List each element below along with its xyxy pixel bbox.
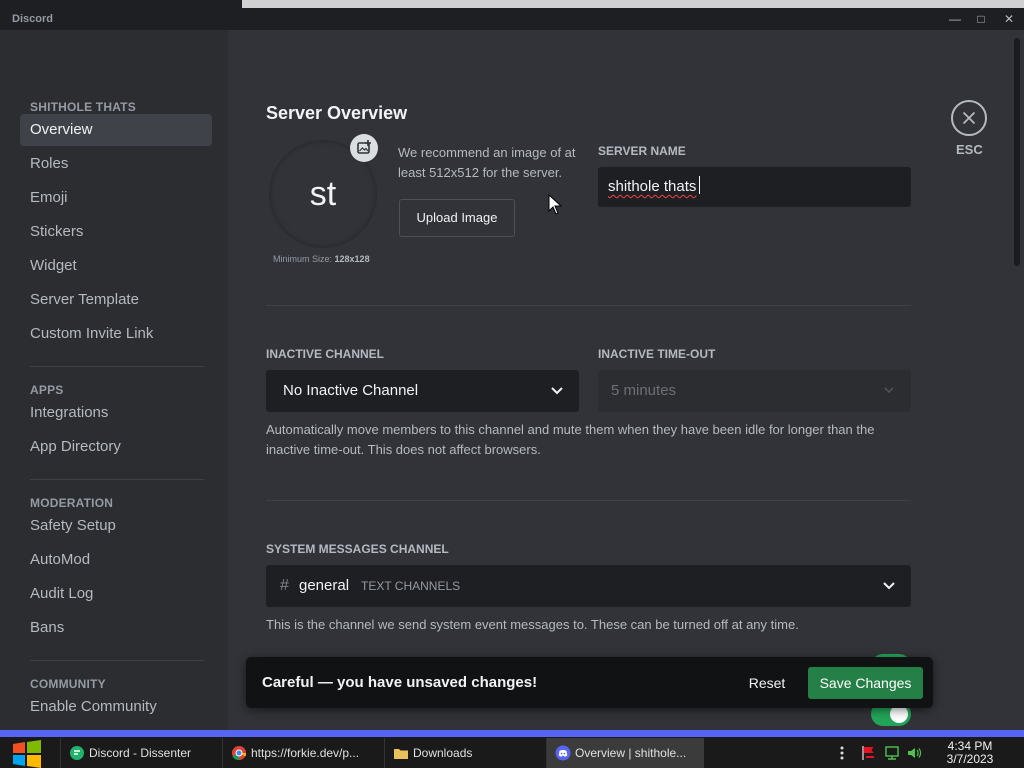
system-channel-select[interactable]: # general TEXT CHANNELS (266, 565, 911, 607)
background-window-strip (0, 0, 1024, 8)
folder-icon (394, 749, 408, 759)
unsaved-changes-bar: Careful — you have unsaved changes! Rese… (246, 657, 933, 708)
minimum-size-note: Minimum Size: 128x128 (273, 254, 370, 264)
task-downloads[interactable]: Downloads (384, 738, 542, 768)
sidebar-item-app-directory[interactable]: App Directory (20, 431, 212, 463)
network-icon[interactable] (884, 745, 900, 761)
unsaved-message: Careful — you have unsaved changes! (262, 674, 538, 691)
channel-category: TEXT CHANNELS (361, 579, 461, 593)
image-recommendation: We recommend an image of at least 512x51… (398, 145, 576, 180)
clock-date: 3/7/2023 (946, 752, 994, 766)
task-discord-overview[interactable]: Overview | shithole... (546, 738, 704, 768)
save-changes-button[interactable]: Save Changes (808, 667, 923, 699)
inactive-timeout-value: 5 minutes (611, 382, 677, 399)
chevron-down-icon (884, 387, 894, 394)
settings-sidebar: SHITHOLE THATS Overview Roles Emoji Stic… (0, 30, 228, 730)
inactive-channel-select[interactable]: No Inactive Channel (266, 370, 579, 412)
chevron-down-icon (883, 582, 895, 590)
community-section-heading: COMMUNITY (30, 677, 106, 691)
task-discord-dissenter[interactable]: Discord - Dissenter (60, 738, 218, 768)
discord-icon (555, 745, 571, 761)
scrollbar-thumb[interactable] (1014, 38, 1020, 266)
sidebar-item-roles[interactable]: Roles (20, 148, 212, 180)
esc-label: ESC (956, 142, 983, 157)
action-center-flag-icon[interactable] (860, 745, 876, 761)
sidebar-item-stickers[interactable]: Stickers (20, 216, 212, 248)
sidebar-divider (30, 479, 204, 480)
task-label: Discord - Dissenter (89, 746, 192, 760)
hash-icon: # (280, 577, 289, 594)
text-caret (699, 176, 701, 194)
inactive-help-text: Automatically move members to this chann… (266, 422, 875, 457)
sidebar-item-automod[interactable]: AutoMod (20, 544, 212, 576)
server-name-value: shithole thats (608, 178, 697, 195)
system-channel-label: SYSTEM MESSAGES CHANNEL (266, 542, 449, 556)
task-chrome[interactable]: https://forkie.dev/p... (222, 738, 380, 768)
task-label: Downloads (413, 746, 473, 760)
close-icon (962, 111, 976, 125)
reset-button[interactable]: Reset (736, 667, 798, 699)
discord-window: Discord — □ ✕ SHITHOLE THATS Overview Ro… (0, 8, 1024, 730)
inactive-timeout-select[interactable]: 5 minutes (598, 370, 911, 412)
close-window-button[interactable]: ✕ (996, 10, 1022, 28)
windows-start-icon[interactable] (8, 738, 46, 768)
min-size-value: 128x128 (334, 254, 370, 264)
mouse-cursor-icon (548, 194, 562, 215)
task-label: Overview | shithole... (575, 746, 687, 760)
min-size-label: Minimum Size: (273, 254, 333, 264)
volume-icon[interactable] (906, 745, 922, 761)
inactive-timeout-label: INACTIVE TIME-OUT (598, 347, 716, 361)
dissenter-icon (70, 746, 84, 760)
server-section-heading: SHITHOLE THATS (30, 100, 136, 114)
minimize-button[interactable]: — (942, 10, 968, 28)
sidebar-item-audit-log[interactable]: Audit Log (20, 578, 212, 610)
moderation-section-heading: MODERATION (30, 496, 114, 510)
sidebar-item-safety-setup[interactable]: Safety Setup (20, 510, 212, 542)
sidebar-item-enable-community[interactable]: Enable Community (20, 691, 212, 723)
sidebar-item-overview[interactable]: Overview (20, 114, 212, 146)
sidebar-divider (30, 660, 204, 661)
inactive-channel-label: INACTIVE CHANNEL (266, 347, 385, 361)
page-title: Server Overview (266, 103, 408, 123)
title-bar: Discord — □ ✕ (0, 8, 1024, 30)
sidebar-item-server-template[interactable]: Server Template (20, 284, 212, 316)
section-divider (266, 500, 911, 501)
section-divider (266, 305, 911, 306)
server-name-label: SERVER NAME (598, 144, 686, 158)
close-settings-button[interactable] (951, 100, 987, 136)
settings-content: Server Overview st Minimum Size: 128x128… (228, 30, 1024, 730)
system-channel-value: general (299, 577, 350, 594)
add-image-icon[interactable] (350, 134, 378, 162)
sidebar-item-custom-invite-link[interactable]: Custom Invite Link (20, 318, 212, 350)
window-border-accent (0, 730, 1024, 737)
task-label: https://forkie.dev/p... (251, 746, 360, 760)
background-window (242, 0, 1024, 8)
app-title: Discord (12, 13, 53, 25)
chrome-icon (232, 746, 247, 761)
taskbar: Discord - Dissenter https://forkie.dev/p… (0, 737, 1024, 768)
sidebar-item-bans[interactable]: Bans (20, 612, 212, 644)
system-clock[interactable]: 4:34 PM 3/7/2023 (932, 740, 1008, 766)
maximize-button[interactable]: □ (968, 10, 994, 28)
inactive-channel-value: No Inactive Channel (283, 382, 419, 399)
apps-section-heading: APPS (30, 383, 64, 397)
server-name-input[interactable]: shithole thats (598, 167, 911, 207)
chevron-down-icon (551, 387, 563, 395)
sidebar-item-widget[interactable]: Widget (20, 250, 212, 282)
sidebar-divider (30, 366, 204, 367)
sidebar-item-emoji[interactable]: Emoji (20, 182, 212, 214)
upload-image-button[interactable]: Upload Image (399, 199, 515, 237)
more-vertical-icon[interactable] (834, 745, 850, 761)
sidebar-item-integrations[interactable]: Integrations (20, 397, 212, 429)
system-help-text: This is the channel we send system event… (266, 617, 799, 632)
